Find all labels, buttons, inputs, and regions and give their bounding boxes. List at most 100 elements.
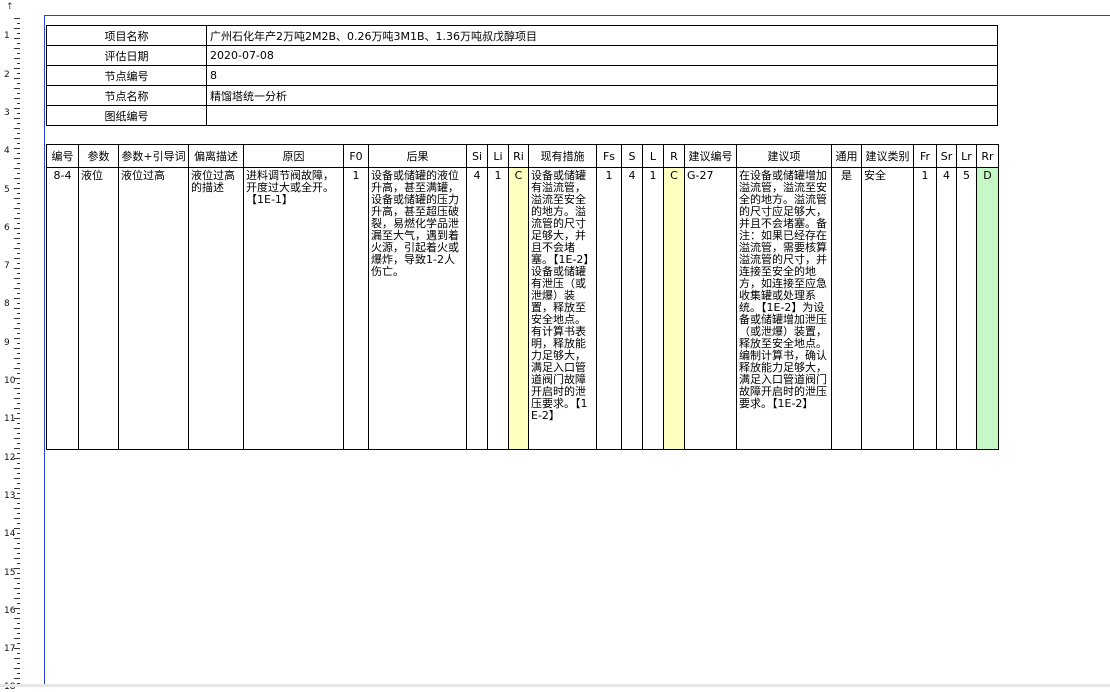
ruler-tick <box>17 83 20 84</box>
ruler-tick <box>14 478 20 479</box>
ruler-tick <box>14 28 20 29</box>
col-header[interactable]: R <box>663 144 685 168</box>
col-header[interactable]: Li <box>487 144 509 168</box>
cell-consequence[interactable]: 设备或储罐的液位升高，甚至满罐，设备或储罐的压力升高，甚至超压破裂，易燃化学品泄… <box>368 167 467 450</box>
info-label: 图纸编号 <box>46 105 207 126</box>
ruler-tick <box>14 268 20 269</box>
ruler-tick <box>17 113 20 114</box>
ruler-tick <box>17 463 20 464</box>
ruler-tick <box>17 633 20 634</box>
col-header[interactable]: 后果 <box>368 144 467 168</box>
info-label: 节点编号 <box>46 65 207 86</box>
cell-li[interactable]: 1 <box>487 167 509 450</box>
ruler-tick <box>14 178 20 179</box>
col-header[interactable]: 偏离描述 <box>188 144 244 168</box>
ruler-tick <box>17 303 20 304</box>
cell-param[interactable]: 液位 <box>78 167 119 450</box>
cell-general[interactable]: 是 <box>831 167 862 450</box>
ruler-tick <box>17 173 20 174</box>
ruler-tick <box>14 138 20 139</box>
ruler-tick <box>17 273 20 274</box>
ruler-tick <box>14 58 20 59</box>
cell-id[interactable]: 8-4 <box>46 167 79 450</box>
ruler-tick <box>17 123 20 124</box>
col-header[interactable]: Fs <box>596 144 622 168</box>
ruler-tick <box>17 403 20 404</box>
col-header[interactable]: Fr <box>913 144 937 168</box>
ruler-tick <box>14 78 20 79</box>
cell-param-guide[interactable]: 液位过高 <box>118 167 189 450</box>
ruler-number: 4 <box>4 146 10 157</box>
col-header[interactable]: 参数 <box>78 144 119 168</box>
cell-s[interactable]: 4 <box>621 167 643 450</box>
cell-l[interactable]: 1 <box>642 167 664 450</box>
cell-fr[interactable]: 1 <box>913 167 937 450</box>
ruler-tick <box>14 18 20 19</box>
ruler-tick <box>14 518 20 519</box>
ruler-tick <box>17 213 20 214</box>
cell-f0[interactable]: 1 <box>343 167 369 450</box>
ruler-tick <box>14 338 20 339</box>
cell-measures[interactable]: 设备或储罐有溢流管，溢流至安全的地方。溢流管的尺寸足够大，并且不会堵塞。【1E-… <box>528 167 597 450</box>
cell-lr[interactable]: 5 <box>956 167 977 450</box>
col-header[interactable]: L <box>642 144 664 168</box>
col-header[interactable]: Si <box>466 144 488 168</box>
ruler-tick <box>17 533 20 534</box>
ruler-tick <box>17 613 20 614</box>
cell-category[interactable]: 安全 <box>861 167 914 450</box>
ruler-tick <box>14 348 20 349</box>
col-header[interactable]: 编号 <box>46 144 79 168</box>
col-header[interactable]: 参数+引导词 <box>118 144 189 168</box>
col-header[interactable]: 原因 <box>243 144 344 168</box>
cell-r[interactable]: C <box>663 167 685 450</box>
info-value: 广州石化年产2万吨2M2B、0.26万吨3M1B、1.36万吨叔戊醇项目 <box>206 25 998 46</box>
col-header[interactable]: Lr <box>956 144 977 168</box>
cell-fs[interactable]: 1 <box>596 167 622 450</box>
ruler-tick <box>14 88 20 89</box>
info-row: 项目名称 广州石化年产2万吨2M2B、0.26万吨3M1B、1.36万吨叔戊醇项… <box>46 25 998 46</box>
ruler-tick <box>17 283 20 284</box>
ruler-tick <box>14 638 20 639</box>
ruler-tick <box>14 388 20 389</box>
ruler-tick <box>17 243 20 244</box>
col-header[interactable]: 建议编号 <box>684 144 737 168</box>
ruler-tick <box>17 483 20 484</box>
ruler-tick <box>14 468 20 469</box>
ruler-tick <box>17 103 20 104</box>
ruler-number: 9 <box>4 337 10 348</box>
cell-recommendation[interactable]: 在设备或储罐增加溢流管，溢流至安全的地方。溢流管的尺寸应足够大，并且不会堵塞。备… <box>736 167 832 450</box>
col-header[interactable]: Ri <box>508 144 529 168</box>
ruler-tick <box>17 183 20 184</box>
col-header[interactable]: Sr <box>936 144 957 168</box>
top-ruler: ↑​ <box>0 0 1110 16</box>
col-header[interactable]: 通用 <box>831 144 862 168</box>
ruler-tick <box>14 238 20 239</box>
ruler-tick <box>17 23 20 24</box>
ruler-tick <box>14 588 20 589</box>
ruler-tick <box>14 288 20 289</box>
cell-rr[interactable]: D <box>976 167 999 450</box>
cell-sr[interactable]: 4 <box>936 167 957 450</box>
cell-rec-id[interactable]: G-27 <box>684 167 737 450</box>
ruler-number: 3 <box>4 107 10 118</box>
ruler-number: 13 <box>4 490 16 501</box>
cell-cause[interactable]: 进料调节阀故障，开度过大或全开。【1E-1】 <box>243 167 344 450</box>
header-row: 编号 参数 参数+引导词 偏离描述 原因 F0 后果 Si Li Ri 现有措施… <box>46 144 999 168</box>
cell-si[interactable]: 4 <box>466 167 488 450</box>
col-header[interactable]: 建议类别 <box>861 144 914 168</box>
ruler-tick <box>14 198 20 199</box>
ruler-tick <box>17 453 20 454</box>
ruler-tick <box>17 513 20 514</box>
col-header[interactable]: Rr <box>976 144 999 168</box>
ruler-tick <box>17 193 20 194</box>
ruler-tick <box>17 333 20 334</box>
col-header[interactable]: S <box>621 144 643 168</box>
ruler-tick <box>17 163 20 164</box>
col-header[interactable]: 现有措施 <box>528 144 597 168</box>
cell-deviation[interactable]: 液位过高的描述 <box>188 167 244 450</box>
cell-ri[interactable]: C <box>508 167 529 450</box>
col-header[interactable]: F0 <box>343 144 369 168</box>
ruler-tick <box>17 293 20 294</box>
ruler-tick <box>14 408 20 409</box>
col-header[interactable]: 建议项 <box>736 144 832 168</box>
